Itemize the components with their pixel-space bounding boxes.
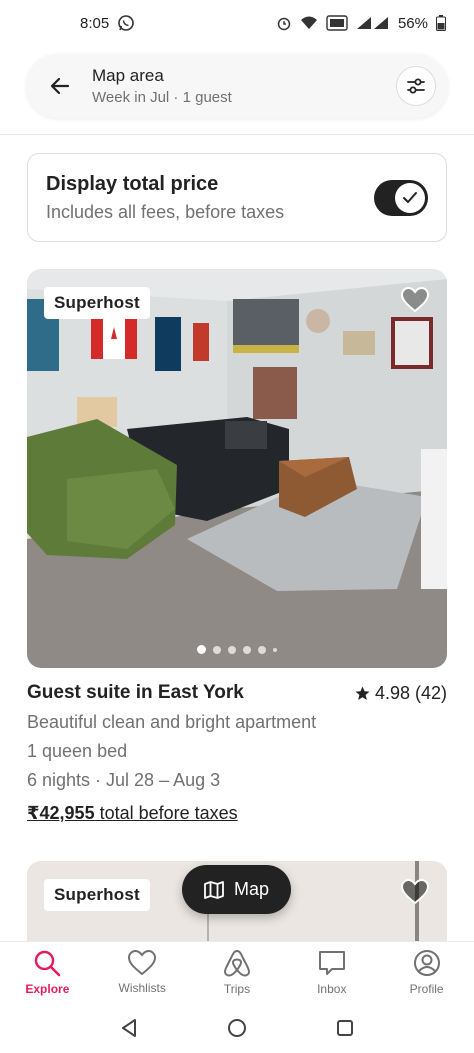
map-button[interactable]: Map	[182, 865, 291, 914]
tab-wishlists[interactable]: Wishlists	[97, 950, 187, 995]
wishlist-heart-button[interactable]	[400, 878, 430, 907]
price-suffix: total before taxes	[94, 803, 238, 823]
listing-photo[interactable]: Superhost	[27, 269, 447, 668]
whatsapp-icon	[117, 14, 135, 32]
back-button[interactable]	[46, 72, 74, 100]
display-total-price-card: Display total price Includes all fees, b…	[27, 153, 447, 242]
battery-percent: 56%	[397, 14, 428, 32]
bottom-tab-bar: Explore Wishlists Trips Inbox Profile	[0, 941, 474, 1003]
listing-price[interactable]: ₹42,955 total before taxes	[27, 803, 447, 824]
carousel-dot	[243, 645, 251, 654]
tab-label: Trips	[223, 982, 251, 996]
listing-info[interactable]: Guest suite in East York 4.98 (42) Beaut…	[27, 682, 447, 824]
search-icon	[35, 950, 61, 977]
status-time: 8:05	[80, 14, 110, 32]
airbnb-logo-icon	[223, 949, 250, 977]
wifi-icon	[300, 16, 318, 30]
listing-dates: 6 nights · Jul 28 – Aug 3	[27, 770, 221, 790]
battery-icon	[436, 15, 446, 31]
filters-button[interactable]	[396, 66, 436, 106]
arrow-left-icon	[50, 77, 70, 95]
rating-value: 4.98 (42)	[374, 682, 447, 703]
recents-square-icon[interactable]	[335, 1018, 355, 1038]
tab-inbox[interactable]: Inbox	[287, 949, 377, 996]
listing-title: Guest suite in East York	[27, 682, 244, 703]
back-triangle-icon[interactable]	[119, 1018, 139, 1038]
alarm-icon	[276, 15, 292, 31]
system-navigation-bar	[0, 1003, 474, 1053]
price-amount: ₹42,955	[27, 803, 95, 823]
search-title: Map area	[92, 66, 164, 85]
heart-icon	[400, 286, 430, 313]
star-icon	[355, 686, 370, 700]
living-room-photo	[27, 269, 447, 668]
listing-beds: 1 queen bed	[27, 741, 128, 761]
status-bar: 8:05 56%	[0, 0, 474, 46]
carousel-dot	[258, 645, 266, 654]
volte-icon	[326, 15, 348, 31]
tab-trips[interactable]: Trips	[192, 949, 282, 996]
tab-label: Inbox	[317, 982, 347, 996]
listing-rating: 4.98 (42)	[355, 683, 447, 704]
price-toggle-subtitle: Includes all fees, before taxes	[46, 201, 285, 222]
superhost-badge: Superhost	[44, 287, 150, 319]
carousel-dot	[213, 645, 221, 654]
tab-explore[interactable]: Explore	[2, 949, 92, 996]
carousel-dots	[27, 645, 447, 654]
map-button-label: Map	[233, 879, 269, 899]
heart-icon	[400, 878, 430, 905]
header-divider	[0, 134, 474, 135]
tab-label: Explore	[25, 982, 70, 996]
sliders-icon	[407, 78, 425, 94]
message-icon	[318, 951, 345, 975]
tab-label: Wishlists	[118, 981, 166, 995]
user-circle-icon	[413, 950, 440, 976]
price-toggle-title: Display total price	[46, 172, 219, 195]
search-summary[interactable]: Map area Week in Jul · 1 guest	[92, 66, 396, 106]
search-bar[interactable]: Map area Week in Jul · 1 guest	[26, 54, 448, 118]
superhost-badge: Superhost	[44, 879, 150, 911]
carousel-dot	[273, 647, 277, 652]
tab-profile[interactable]: Profile	[382, 949, 472, 996]
search-subtitle: Week in Jul · 1 guest	[92, 89, 232, 106]
heart-icon	[128, 950, 157, 976]
listing-description: Beautiful clean and bright apartment	[27, 712, 317, 732]
signal-icon	[356, 16, 390, 30]
total-price-toggle[interactable]	[374, 179, 428, 216]
carousel-dot	[228, 645, 236, 654]
check-icon	[395, 182, 425, 213]
carousel-dot	[197, 645, 206, 654]
home-circle-icon[interactable]	[227, 1018, 247, 1038]
tab-label: Profile	[409, 982, 444, 996]
wishlist-heart-button[interactable]	[400, 286, 430, 315]
map-icon	[204, 880, 224, 899]
